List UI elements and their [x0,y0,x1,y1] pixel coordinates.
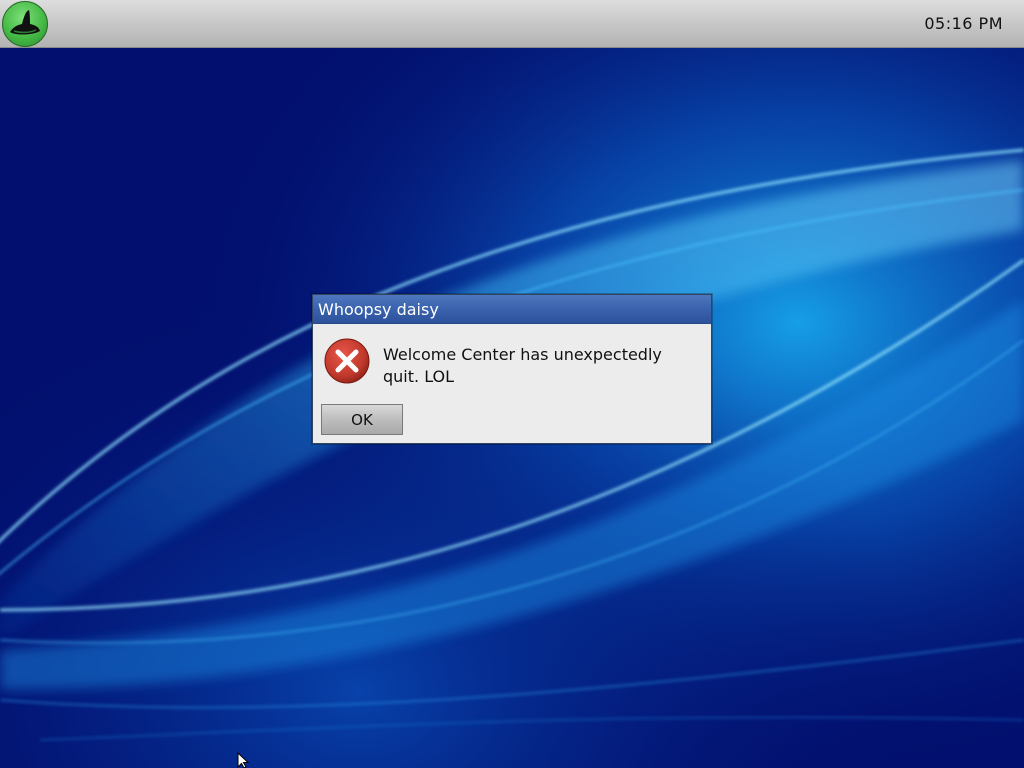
error-dialog: Whoopsy daisy Welcome Center has unexpec… [312,294,712,444]
start-menu-button[interactable] [2,1,48,47]
dialog-title: Whoopsy daisy [318,300,439,319]
clock[interactable]: 05:16 PM [924,14,1003,33]
dialog-titlebar[interactable]: Whoopsy daisy [313,295,711,324]
error-x-icon [324,338,370,384]
dialog-body: Welcome Center has unexpectedly quit. LO… [313,324,711,443]
error-message: Welcome Center has unexpectedly quit. LO… [383,345,662,386]
ok-button[interactable]: OK [321,404,403,435]
desktop[interactable]: 05:16 PM Whoopsy daisy Welcome Center ha… [0,0,1024,768]
green-hat-logo-icon [10,10,40,35]
mouse-pointer-icon [237,752,250,768]
top-panel: 05:16 PM [0,0,1024,48]
